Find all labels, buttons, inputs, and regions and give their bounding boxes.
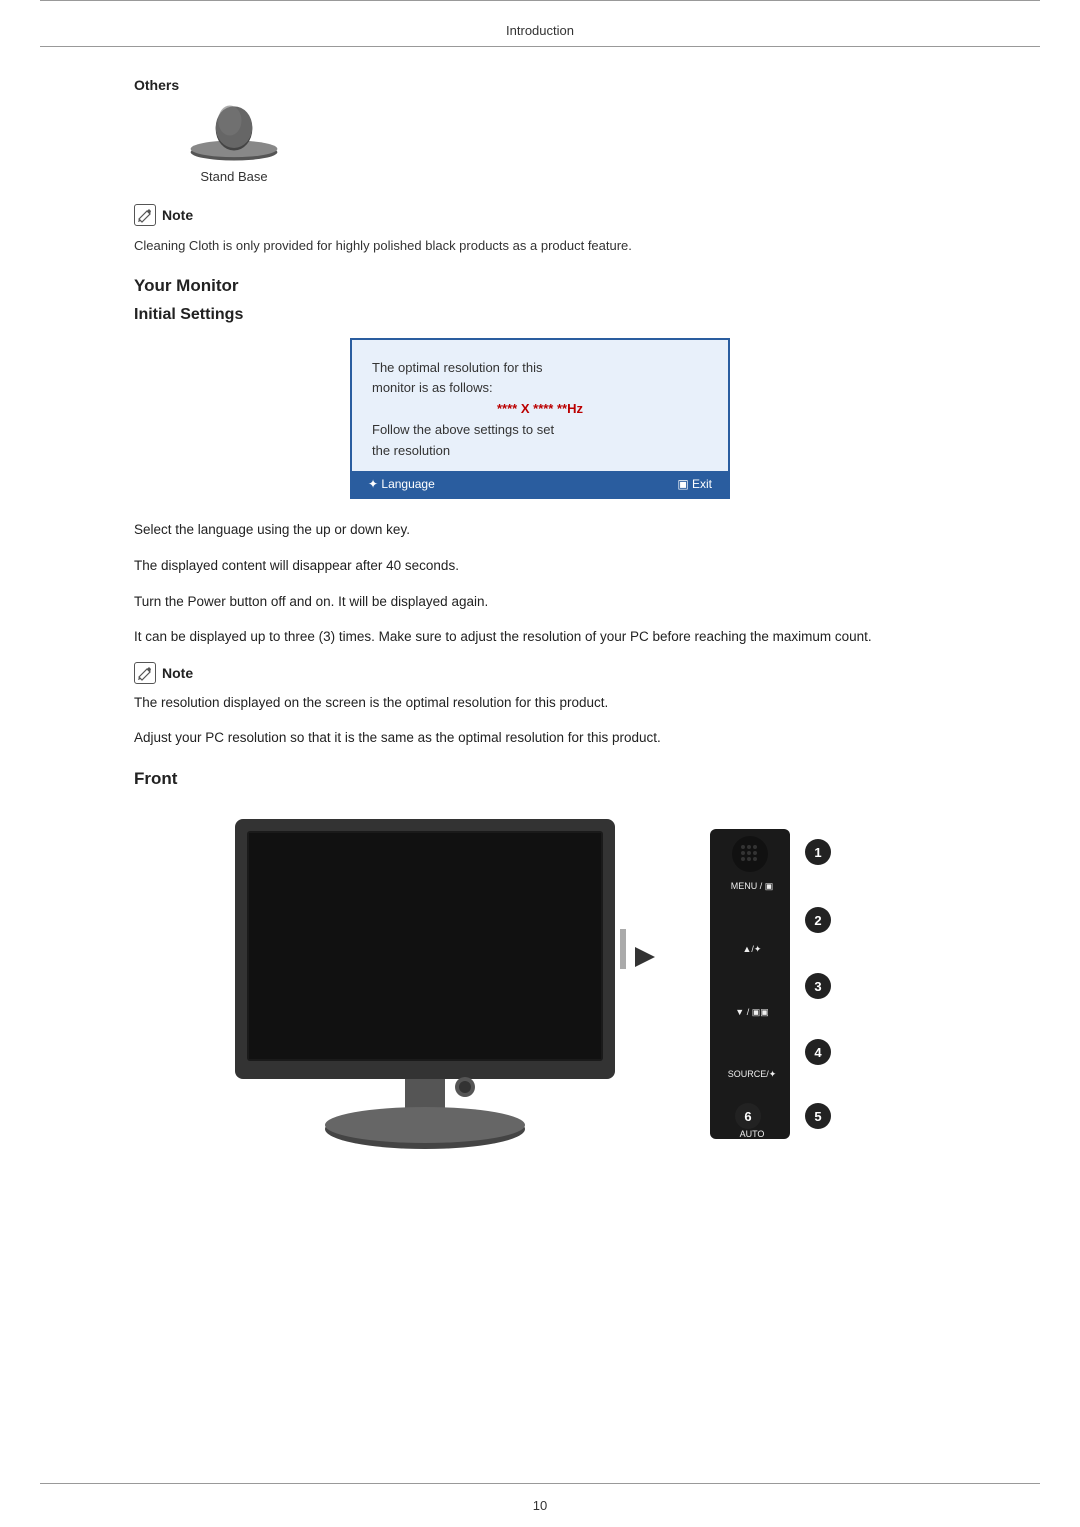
- dialog-line4: the resolution: [372, 441, 708, 462]
- button-2-circle: 2: [805, 907, 831, 933]
- button-6-row: 6: [735, 1103, 761, 1129]
- header-title: Introduction: [506, 23, 574, 38]
- dialog-line3: Follow the above settings to set: [372, 420, 708, 441]
- main-content: Others Stand Base: [0, 77, 1080, 1169]
- note2-label: Note: [162, 662, 193, 684]
- note2-icon: [134, 662, 156, 684]
- your-monitor-heading: Your Monitor: [134, 276, 946, 296]
- button-4-row: 4: [805, 1039, 831, 1065]
- page-header: Introduction: [0, 11, 1080, 46]
- para3: Turn the Power button off and on. It wil…: [134, 591, 946, 613]
- top-rule: [40, 0, 1040, 11]
- note1-section: Note: [134, 204, 946, 226]
- note2-section: Note: [134, 662, 946, 684]
- button-4-circle: 4: [805, 1039, 831, 1065]
- front-heading: Front: [134, 769, 946, 789]
- dialog-line2: monitor is as follows:: [372, 378, 708, 399]
- note2-para1: The resolution displayed on the screen i…: [134, 692, 946, 714]
- button-1-circle: 1: [805, 839, 831, 865]
- others-section: Others Stand Base: [134, 77, 946, 184]
- note1-text: Cleaning Cloth is only provided for high…: [134, 236, 946, 256]
- page-container: Introduction Others Stand Base: [0, 0, 1080, 1527]
- bottom-section: 10: [0, 1483, 1080, 1527]
- footer-exit: ▣ Exit: [677, 477, 712, 491]
- stand-base-icon: [184, 103, 284, 163]
- para2: The displayed content will disappear aft…: [134, 555, 946, 577]
- footer-exit-text: ▣ Exit: [677, 477, 712, 491]
- initial-settings-heading: Initial Settings: [134, 306, 946, 324]
- note1-icon: [134, 204, 156, 226]
- button-2-row: 2: [805, 907, 831, 933]
- dialog-resolution: **** X **** **Hz: [372, 399, 708, 420]
- para4: It can be displayed up to three (3) time…: [134, 626, 946, 648]
- monitor-diagram: 1 MENU / ▣ 2 ▲/✦ 3: [134, 809, 946, 1169]
- settings-dialog: The optimal resolution for this monitor …: [350, 338, 730, 500]
- note2-pencil-icon: [137, 665, 153, 681]
- source-label: SOURCE/✦: [717, 1069, 787, 1080]
- button-5-row: 5: [805, 1103, 831, 1129]
- dialog-footer: ✦ Language ▣ Exit: [352, 471, 728, 497]
- menu-label: MENU / ▣: [717, 881, 787, 892]
- monitor-illustration: [215, 809, 715, 1169]
- up-arrow-label: ▲/✦: [717, 944, 787, 955]
- para1: Select the language using the up or down…: [134, 519, 946, 541]
- others-label: Others: [134, 77, 946, 93]
- numbered-buttons-container: 1 MENU / ▣ 2 ▲/✦ 3: [705, 829, 865, 1159]
- button-panel: 1 MENU / ▣ 2 ▲/✦ 3: [705, 829, 865, 1159]
- note2-para2: Adjust your PC resolution so that it is …: [134, 727, 946, 749]
- footer-language-text: ✦ Language: [368, 477, 435, 491]
- button-5-circle: 5: [805, 1103, 831, 1129]
- button-3-row: 3: [805, 973, 831, 999]
- header-rule: [40, 46, 1040, 47]
- front-section: Front: [134, 769, 946, 1169]
- button-6-circle: 6: [735, 1103, 761, 1129]
- stand-base-container: Stand Base: [154, 103, 314, 184]
- stand-base-label: Stand Base: [200, 169, 267, 184]
- button-1-row: 1: [805, 839, 831, 865]
- page-number: 10: [0, 1484, 1080, 1527]
- down-arrow-label: ▼ / ▣▣: [717, 1007, 787, 1018]
- note1-pencil-icon: [137, 207, 153, 223]
- note1-label: Note: [162, 204, 193, 226]
- button-3-circle: 3: [805, 973, 831, 999]
- dialog-line1: The optimal resolution for this: [372, 358, 708, 379]
- auto-label: AUTO: [717, 1129, 787, 1139]
- dialog-body: The optimal resolution for this monitor …: [352, 340, 728, 472]
- footer-language: ✦ Language: [368, 477, 435, 491]
